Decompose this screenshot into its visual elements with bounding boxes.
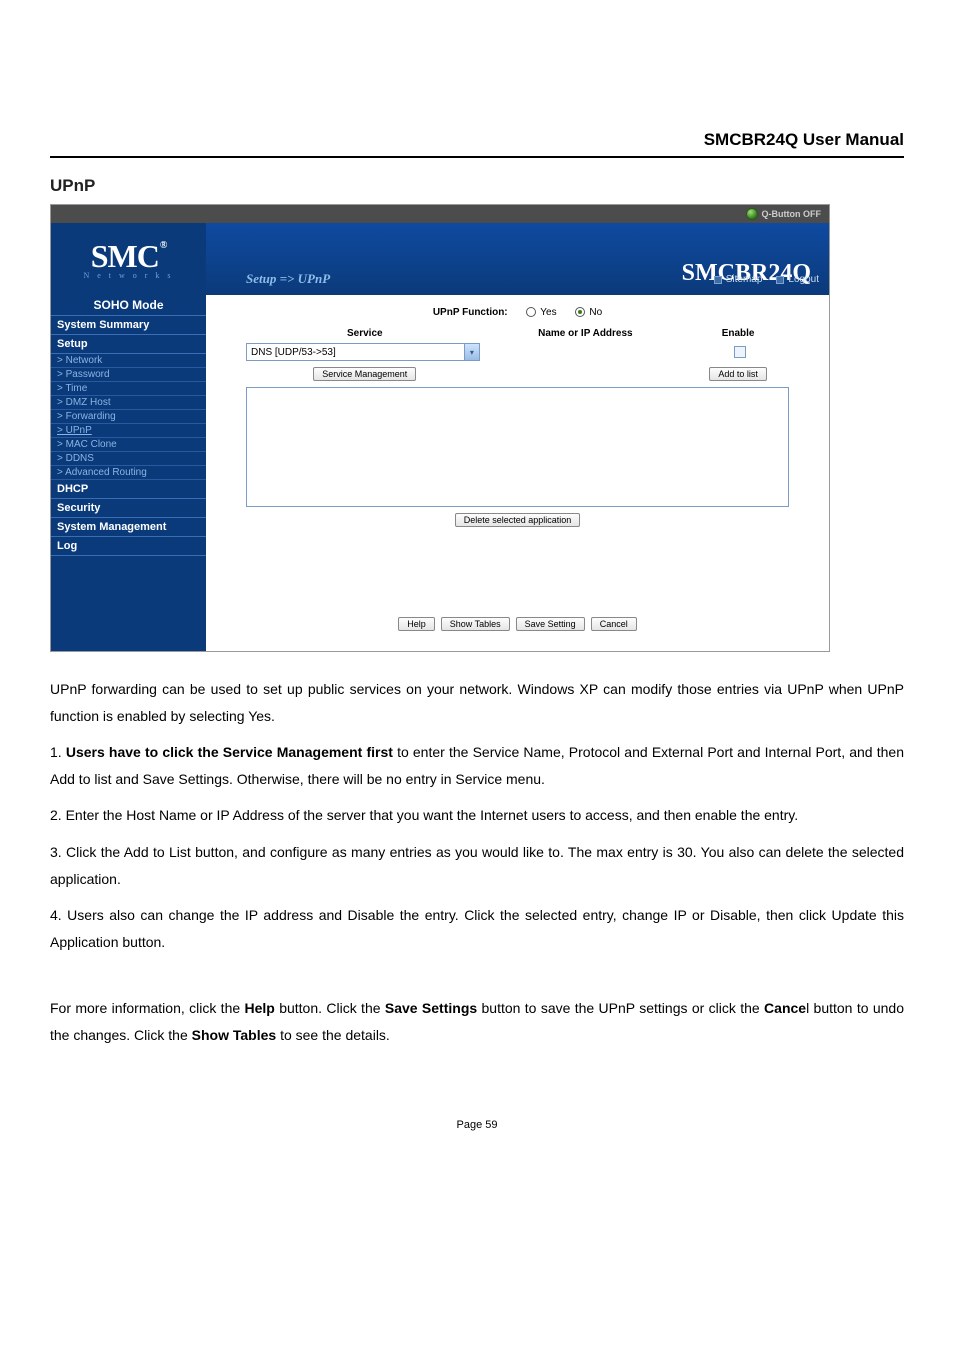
radio-no-label: No: [589, 307, 602, 318]
logo-subtext: N e t w o r k s: [83, 271, 173, 280]
page-header: SMCBR24Q User Manual: [50, 130, 904, 158]
logout-icon: [776, 276, 784, 284]
sitemap-icon: [714, 276, 722, 284]
nav-item-ddns[interactable]: > DDNS: [51, 452, 206, 466]
enable-checkbox[interactable]: [734, 346, 746, 358]
nav-system-management[interactable]: System Management: [51, 518, 206, 537]
radio-yes[interactable]: Yes: [526, 307, 557, 318]
radio-yes-label: Yes: [540, 307, 556, 318]
radio-no[interactable]: No: [575, 307, 603, 318]
nav-item-password[interactable]: > Password: [51, 368, 206, 382]
help-button[interactable]: Help: [398, 617, 435, 631]
service-select[interactable]: DNS [UDP/53->53] ▾: [246, 343, 480, 361]
nav-log[interactable]: Log: [51, 537, 206, 556]
nav-setup[interactable]: Setup: [51, 335, 206, 354]
link-sitemap[interactable]: Sitemap: [714, 274, 763, 285]
link-logout[interactable]: Logout: [776, 274, 819, 285]
nav-item-advanced-routing[interactable]: > Advanced Routing: [51, 466, 206, 480]
application-listbox[interactable]: [246, 387, 789, 507]
col-ip: Name or IP Address: [484, 328, 688, 339]
section-title: UPnP: [50, 176, 904, 196]
delete-selected-button[interactable]: Delete selected application: [455, 513, 581, 527]
sidebar-nav: SMC® N e t w o r k s SOHO Mode System Su…: [51, 223, 206, 651]
nav-item-time[interactable]: > Time: [51, 382, 206, 396]
brand-logo: SMC® N e t w o r k s: [51, 223, 206, 295]
nav-dhcp[interactable]: DHCP: [51, 480, 206, 499]
page-number: Page 59: [50, 1119, 904, 1131]
q-button-label: Q-Button OFF: [762, 209, 821, 219]
paragraph-footer: For more information, click the Help but…: [50, 995, 904, 1048]
nav-item-dmz[interactable]: > DMZ Host: [51, 396, 206, 410]
paragraph-step2: 2. Enter the Host Name or IP Address of …: [50, 802, 904, 829]
nav-soho-mode[interactable]: SOHO Mode: [51, 295, 206, 316]
col-enable: Enable: [687, 328, 789, 339]
show-tables-button[interactable]: Show Tables: [441, 617, 510, 631]
nav-item-forwarding[interactable]: > Forwarding: [51, 410, 206, 424]
service-management-button[interactable]: Service Management: [313, 367, 416, 381]
col-service: Service: [246, 328, 484, 339]
paragraph-intro: UPnP forwarding can be used to set up pu…: [50, 676, 904, 729]
breadcrumb: Setup => UPnP: [246, 271, 330, 287]
registered-mark-icon: ®: [160, 240, 166, 251]
q-button-icon: [746, 208, 758, 220]
nav-item-upnp[interactable]: > UPnP: [51, 424, 206, 438]
paragraph-step4: 4. Users also can change the IP address …: [50, 902, 904, 955]
cancel-button[interactable]: Cancel: [591, 617, 637, 631]
save-setting-button[interactable]: Save Setting: [516, 617, 585, 631]
document-body: UPnP forwarding can be used to set up pu…: [50, 676, 904, 1049]
nav-item-mac-clone[interactable]: > MAC Clone: [51, 438, 206, 452]
nav-security[interactable]: Security: [51, 499, 206, 518]
nav-system-summary[interactable]: System Summary: [51, 316, 206, 335]
paragraph-step3: 3. Click the Add to List button, and con…: [50, 839, 904, 892]
sitemap-label: Sitemap: [726, 274, 763, 285]
router-ui-screenshot: Q-Button OFF SMC® N e t w o r k s SOHO M…: [50, 204, 830, 652]
add-to-list-button[interactable]: Add to list: [709, 367, 767, 381]
logout-label: Logout: [788, 274, 819, 285]
service-select-value: DNS [UDP/53->53]: [251, 347, 336, 358]
logo-text: SMC: [91, 238, 159, 275]
paragraph-step1: 1. Users have to click the Service Manag…: [50, 739, 904, 792]
chevron-down-icon: ▾: [464, 344, 479, 360]
upnp-function-label: UPnP Function:: [433, 307, 508, 318]
nav-item-network[interactable]: > Network: [51, 354, 206, 368]
